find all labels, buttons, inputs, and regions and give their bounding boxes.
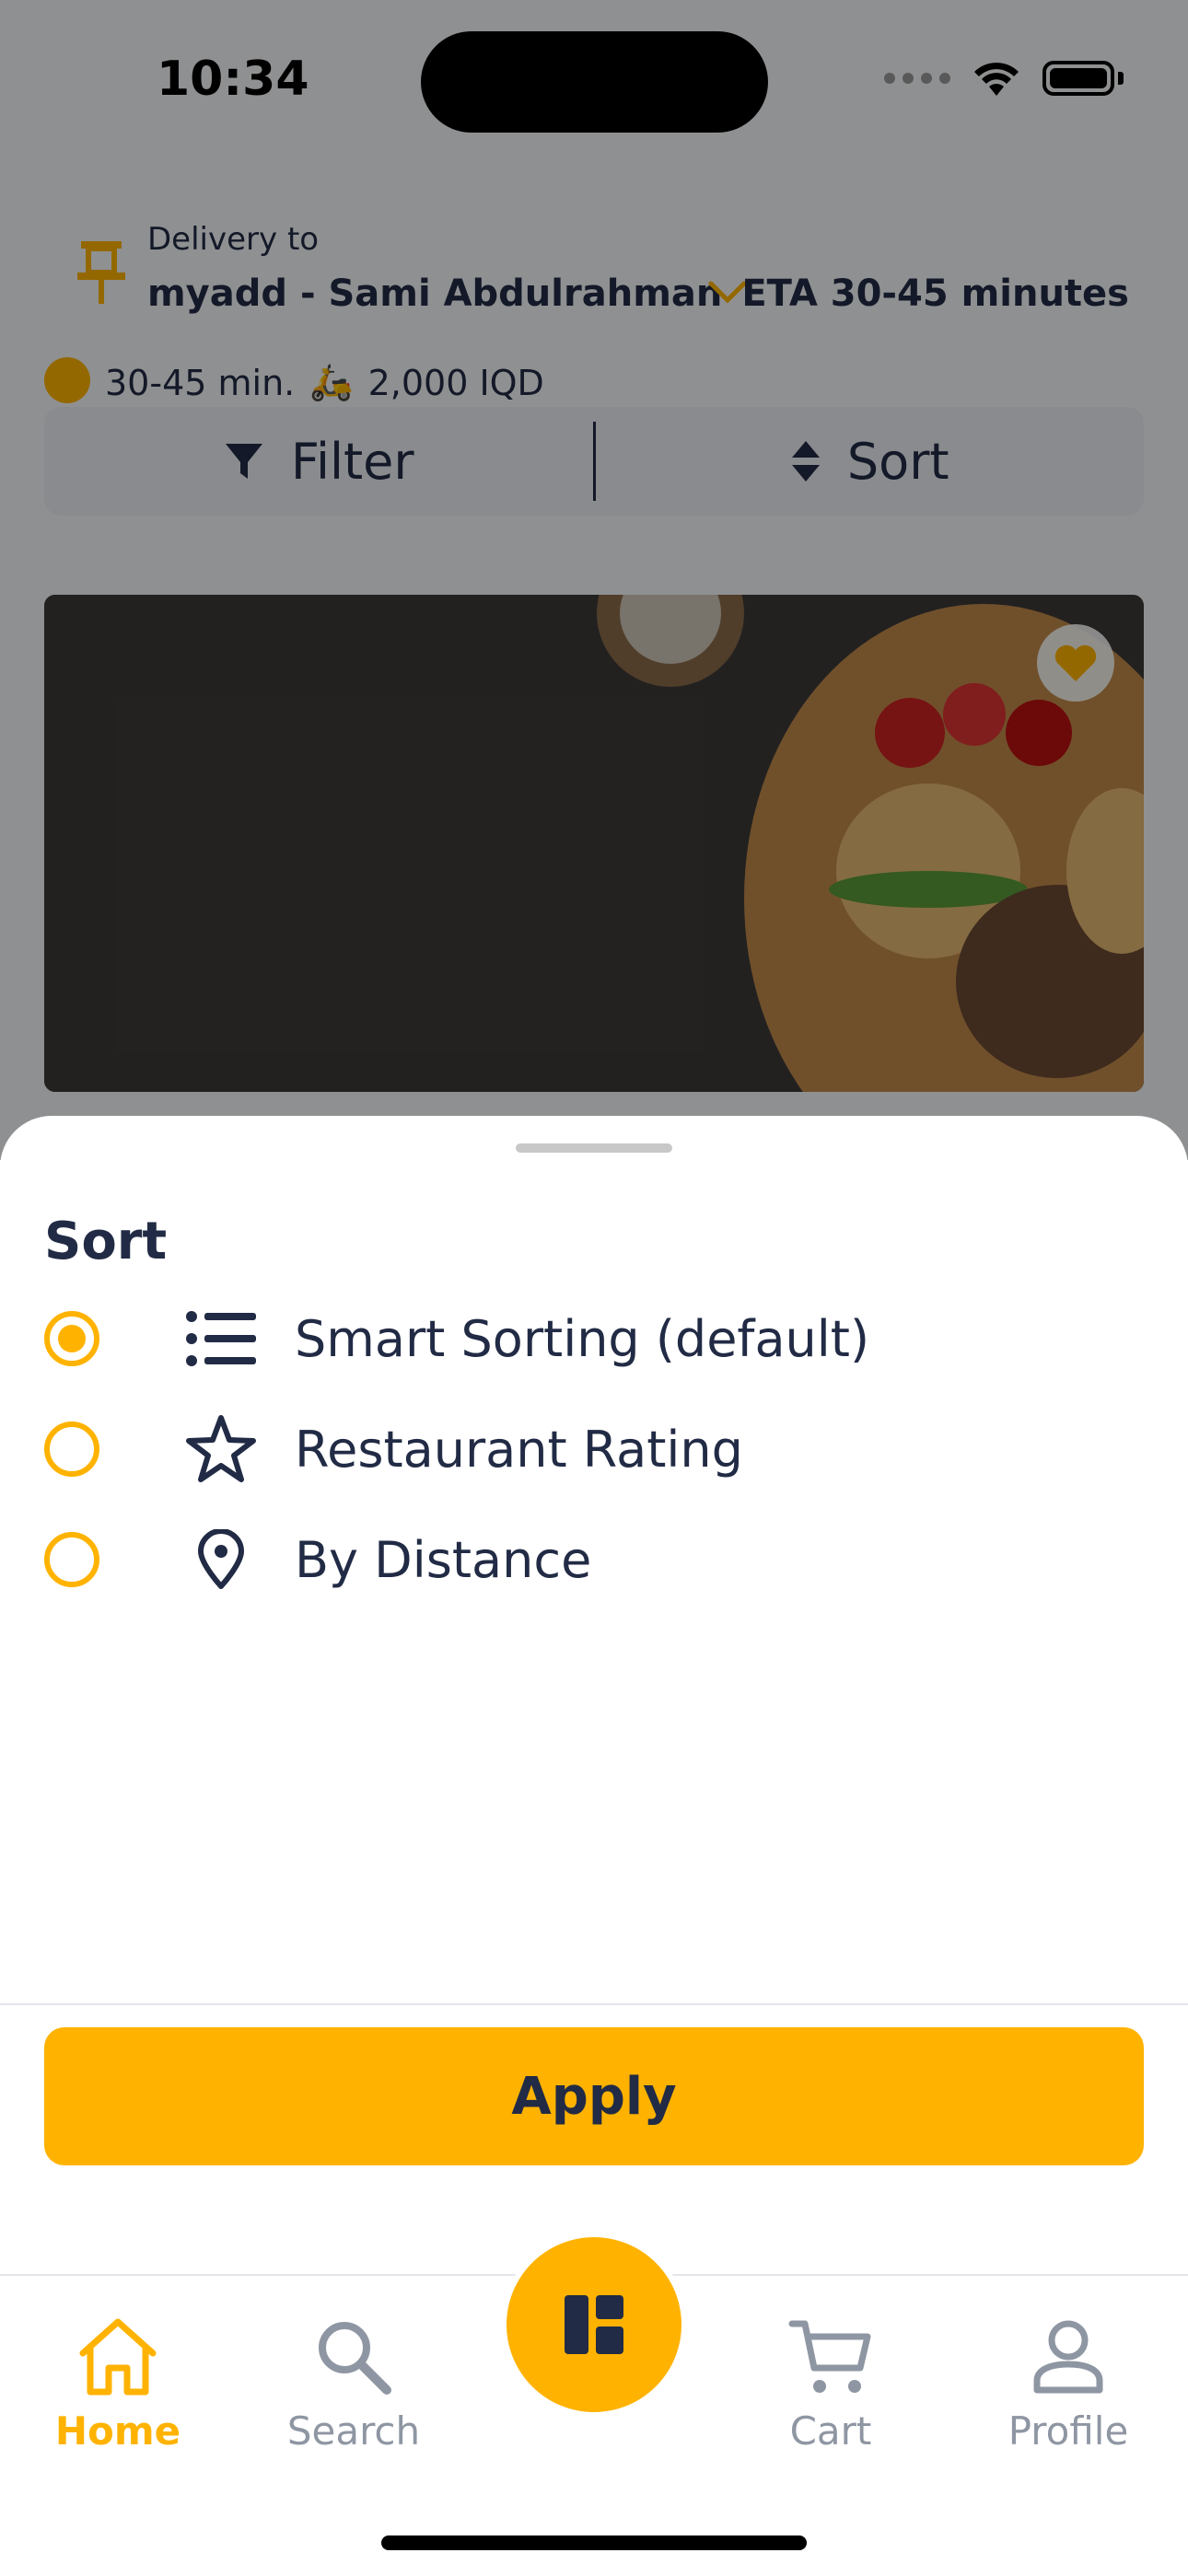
- location-pin-icon: [184, 1523, 258, 1596]
- cart-icon: [788, 2320, 871, 2393]
- nav-label-home: Home: [54, 2408, 181, 2454]
- star-icon: [184, 1412, 258, 1486]
- nav-item-home[interactable]: Home: [26, 2316, 210, 2454]
- home-indicator: [381, 2535, 807, 2550]
- nav-item-profile[interactable]: Profile: [976, 2316, 1160, 2454]
- list-icon: [184, 1302, 258, 1375]
- radio-selected[interactable]: [44, 1311, 99, 1366]
- nav-label-cart: Cart: [789, 2408, 872, 2454]
- sort-option-smart[interactable]: Smart Sorting (default): [44, 1293, 1144, 1385]
- sheet-divider: [0, 2003, 1188, 2005]
- apply-button[interactable]: Apply: [44, 2027, 1144, 2165]
- radio-unselected[interactable]: [44, 1421, 99, 1477]
- option-label: Smart Sorting (default): [295, 1309, 870, 1368]
- sort-option-distance[interactable]: By Distance: [44, 1514, 1144, 1606]
- option-label: Restaurant Rating: [295, 1420, 743, 1479]
- sort-option-rating[interactable]: Restaurant Rating: [44, 1403, 1144, 1495]
- nav-item-cart[interactable]: Cart: [739, 2316, 923, 2454]
- nav-label-profile: Profile: [1007, 2408, 1129, 2454]
- dashboard-icon: [565, 2295, 623, 2354]
- search-icon: [319, 2322, 391, 2395]
- profile-icon: [1033, 2320, 1103, 2394]
- radio-unselected[interactable]: [44, 1532, 99, 1587]
- nav-item-search[interactable]: Search: [262, 2316, 446, 2454]
- sheet-drag-handle[interactable]: [516, 1143, 672, 1153]
- sheet-title: Sort: [44, 1212, 168, 1271]
- modal-backdrop[interactable]: [0, 0, 1188, 1160]
- center-dashboard-button[interactable]: [507, 2237, 681, 2412]
- home-icon: [79, 2318, 157, 2396]
- nav-label-search: Search: [286, 2408, 421, 2454]
- option-label: By Distance: [295, 1530, 592, 1589]
